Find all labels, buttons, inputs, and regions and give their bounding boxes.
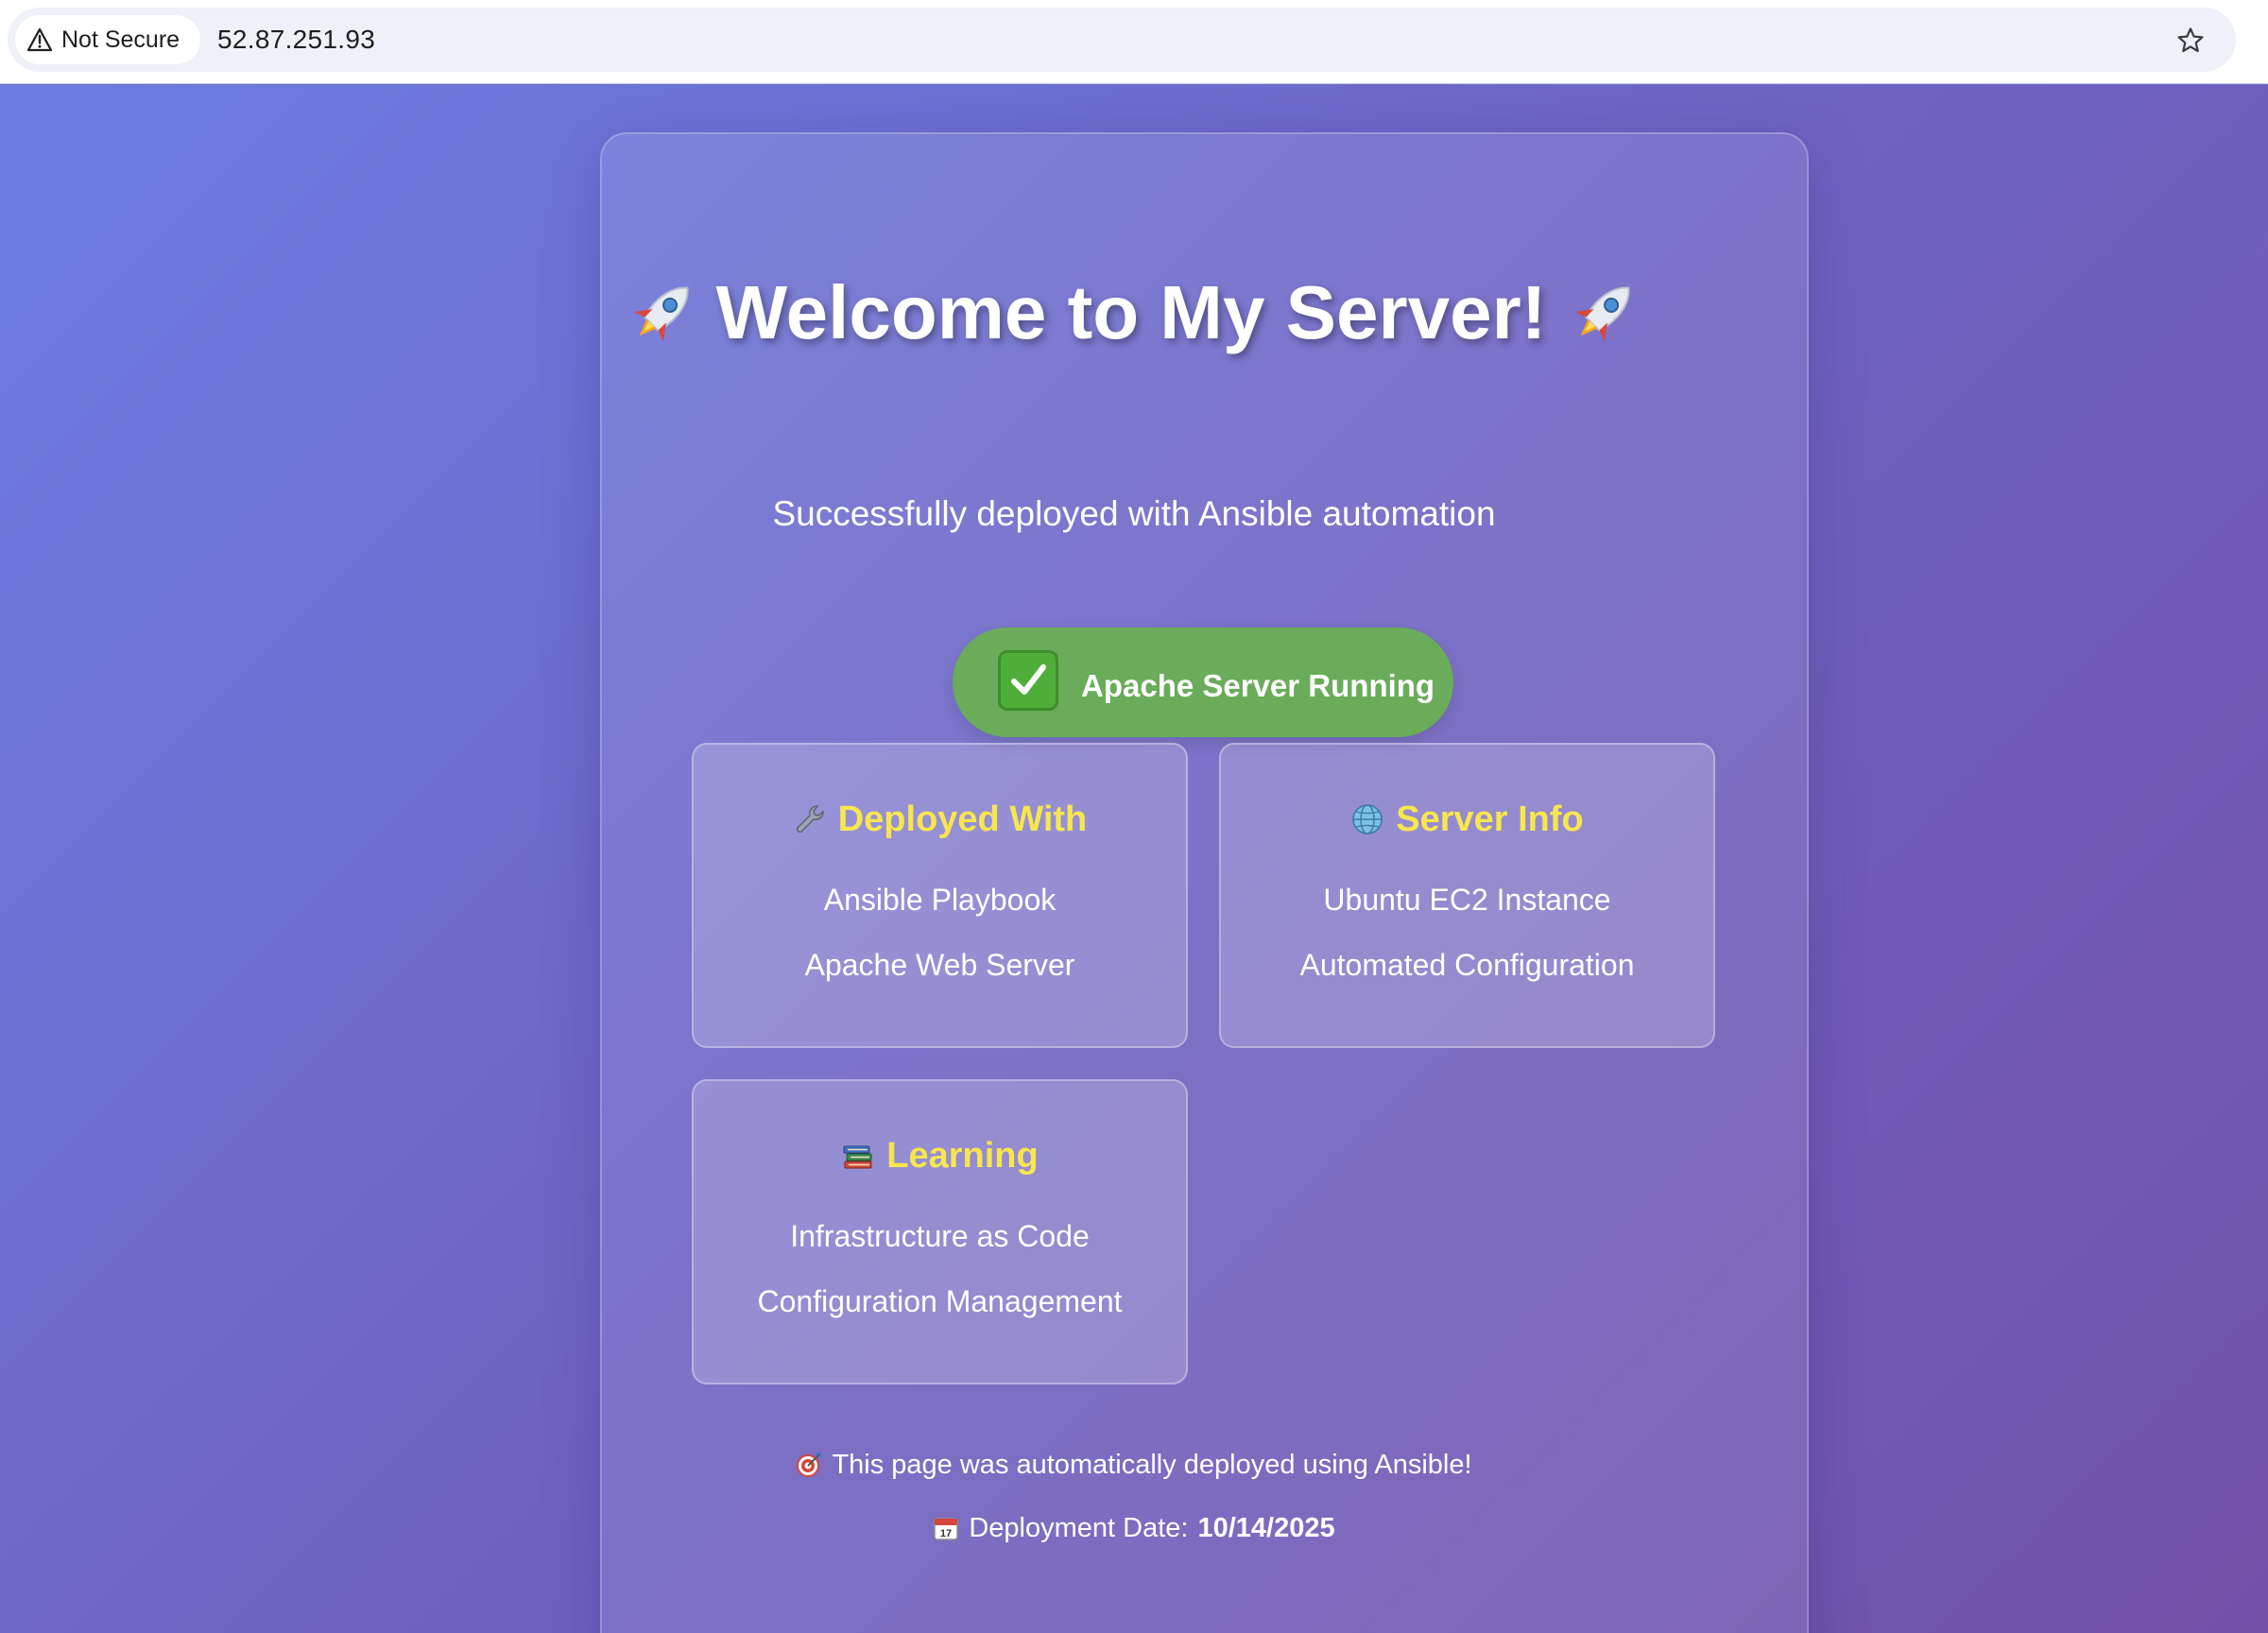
address-bar[interactable]: Not Secure 52.87.251.93 [8, 8, 2236, 72]
page-title: Welcome to My Server! [0, 270, 2268, 355]
books-icon [843, 1145, 872, 1169]
calendar-icon: 17 [934, 1518, 959, 1540]
deploy-note-text: This page was automatically deployed usi… [832, 1449, 1472, 1480]
info-box-line: Configuration Management [757, 1284, 1123, 1318]
checkmark-icon [998, 650, 1058, 711]
svg-text:17: 17 [940, 1528, 952, 1539]
info-box-heading: Learning [694, 1132, 1186, 1179]
target-icon [797, 1453, 822, 1477]
rocket-icon [1575, 286, 1630, 342]
rocket-icon [633, 286, 689, 342]
status-badge: Apache Server Running [953, 627, 1453, 737]
info-box-line: Apache Web Server [804, 948, 1075, 982]
info-box-deployed-with: Deployed With Ansible Playbook Apache We… [692, 743, 1188, 1048]
info-box-line: Infrastructure as Code [790, 1219, 1090, 1253]
info-box-server-info: Server Info Ubuntu EC2 Instance Automate… [1219, 743, 1715, 1048]
globe-icon [1352, 804, 1383, 834]
info-box-title: Learning [886, 1135, 1039, 1176]
info-box-learning: Learning Infrastructure as Code Configur… [692, 1079, 1188, 1384]
deployment-date-value: 10/14/2025 [1197, 1512, 1335, 1543]
info-box-heading: Server Info [1221, 796, 1713, 843]
info-box-line: Ansible Playbook [823, 883, 1057, 917]
title-text: Welcome to My Server! [715, 270, 1547, 354]
info-box-line: Ubuntu EC2 Instance [1323, 883, 1611, 917]
wrench-icon [796, 805, 824, 834]
info-box-line: Automated Configuration [1299, 948, 1635, 982]
deploy-note: This page was automatically deployed usi… [0, 1446, 2268, 1484]
page-subtitle: Successfully deployed with Ansible autom… [772, 494, 1496, 533]
deployment-date: 17 Deployment Date: 10/14/2025 [0, 1509, 2268, 1547]
star-icon[interactable] [2175, 26, 2206, 56]
security-label: Not Secure [61, 26, 180, 53]
status-label: Apache Server Running [1081, 668, 1435, 703]
url-text[interactable]: 52.87.251.93 [217, 8, 375, 72]
info-box-title: Server Info [1396, 799, 1584, 839]
info-box-heading: Deployed With [694, 796, 1186, 843]
info-box-title: Deployed With [837, 799, 1088, 839]
security-indicator[interactable]: Not Secure [15, 15, 200, 64]
warning-triangle-icon [26, 27, 53, 52]
deployment-date-label: Deployment Date: [969, 1512, 1189, 1543]
browser-toolbar: Not Secure 52.87.251.93 [0, 0, 2268, 84]
page-background: Welcome to My Server! Successfully deplo… [0, 85, 2268, 1633]
